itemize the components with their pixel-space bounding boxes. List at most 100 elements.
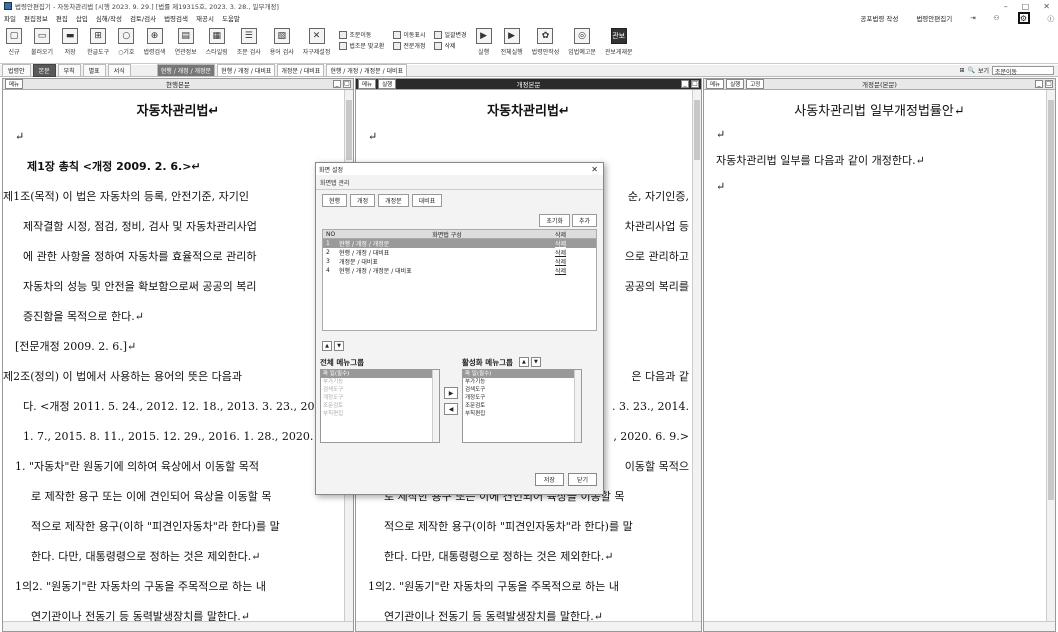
list-item[interactable]: 부가기능 [463, 378, 581, 386]
delete-link[interactable]: 삭제 [555, 257, 585, 266]
tab-appendix[interactable]: 별표 [82, 64, 106, 77]
notice-button[interactable]: ◎ 입법예고문 [568, 28, 596, 56]
middle-panel-minimize-button[interactable]: _ [681, 80, 689, 88]
logout-icon[interactable]: ⇥ [970, 14, 975, 22]
table-row[interactable]: 4 현행 / 개정 / 개정문 / 대비표 삭제 [323, 266, 596, 275]
group-down-icon[interactable]: ▼ [530, 357, 541, 367]
move-down-icon[interactable]: ▼ [334, 341, 344, 351]
all-list-scrollbar[interactable] [432, 370, 439, 442]
save-button[interactable]: ▬ 저장 [62, 28, 79, 56]
menu-insert[interactable]: 삽입 [76, 13, 88, 23]
revision-statement-content[interactable]: 사동차관리법 일부개정법률안↵ ↵ 자동차관리법 일부를 다음과 같이 개정한다… [704, 102, 1055, 200]
middle-panel-menu-button[interactable]: 메뉴 [358, 79, 377, 89]
right-panel-minimize-button[interactable]: _ [1035, 80, 1043, 88]
list-item[interactable]: 개정도구 [463, 394, 581, 402]
minimize-button[interactable]: – [1004, 2, 1008, 11]
middle-panel-run-button[interactable]: 실행 [378, 79, 397, 89]
dialog-save-button[interactable]: 저장 [534, 473, 564, 486]
law-draft-button[interactable]: ✿ 법령안작성 [532, 28, 559, 56]
left-panel-menu-button[interactable]: 메뉴 [5, 79, 24, 89]
list-item[interactable]: 조문검토 [321, 402, 439, 410]
menu-edit[interactable]: 편집 [56, 13, 68, 23]
left-panel-maximize-button[interactable]: □ [343, 80, 351, 88]
tab-addendum[interactable]: 부칙 [57, 64, 81, 77]
menu-edit-info[interactable]: 편집정보 [24, 13, 48, 23]
move-right-icon[interactable]: ▶ [444, 387, 458, 399]
promulgation-write-link[interactable]: 공포법령 작성 [860, 13, 898, 23]
run-button[interactable]: ▶ 실행 [475, 28, 492, 56]
full-revision-button[interactable]: 전문개정 [393, 41, 425, 50]
dialog-tab-revision-statement[interactable]: 개정문 [378, 194, 409, 207]
list-item[interactable]: 조문검토 [463, 402, 581, 410]
dialog-close-icon[interactable]: ✕ [591, 165, 603, 174]
list-item[interactable]: 파 일(필수) [463, 370, 581, 378]
info-icon[interactable]: ⓘ [1048, 13, 1055, 23]
menu-help[interactable]: 도움말 [222, 13, 240, 23]
menu-check[interactable]: 검토/검사 [130, 13, 156, 23]
middle-horizontal-scrollbar[interactable] [356, 621, 701, 631]
right-horizontal-scrollbar[interactable] [704, 621, 1055, 631]
layout-tab-4[interactable]: 현행 / 개정 / 개정문 / 대비표 [326, 64, 408, 77]
table-row[interactable]: 2 현행 / 개정 / 대비표 삭제 [323, 248, 596, 257]
run-all-button[interactable]: ▶ 전체실행 [501, 28, 523, 56]
symbol-button[interactable]: ○ ○기호 [118, 28, 134, 56]
menu-review[interactable]: 심해/작성 [96, 13, 122, 23]
menu-file[interactable]: 파일 [4, 13, 16, 23]
menu-republish[interactable]: 재공시 [196, 13, 214, 23]
right-vertical-scrollbar[interactable] [1046, 90, 1055, 621]
group-up-icon[interactable]: ▲ [518, 357, 529, 367]
list-item[interactable]: 파 일(필수) [321, 370, 439, 378]
delete-link[interactable]: 삭제 [555, 266, 585, 275]
phrase-setting-button[interactable]: ✕ 자구제설정 [303, 28, 330, 56]
dialog-close-button[interactable]: 닫기 [567, 473, 597, 486]
grid-view-icon[interactable]: ⊞ [959, 67, 964, 74]
gear-icon[interactable]: ⚙ [1017, 12, 1030, 24]
term-check-button[interactable]: ▧ 용어 검사 [270, 28, 294, 56]
add-button[interactable]: 추가 [571, 214, 597, 227]
list-item[interactable]: 부가기능 [321, 378, 439, 386]
tab-body[interactable]: 본문 [32, 64, 56, 77]
styling-button[interactable]: ▦ 스타일링 [206, 28, 228, 56]
move-up-icon[interactable]: ▲ [322, 341, 332, 351]
middle-panel-maximize-button[interactable]: □ [691, 80, 699, 88]
dialog-tab-comparison[interactable]: 대비표 [411, 194, 443, 207]
close-button[interactable]: ✕ [1043, 2, 1050, 11]
menu-law-search[interactable]: 법령검색 [164, 13, 188, 23]
move-mark-button[interactable]: 이동표시 [393, 30, 425, 39]
middle-vertical-scrollbar[interactable] [692, 90, 701, 621]
all-menu-group-list[interactable]: 파 일(필수) 부가기능 검색도구 개정도구 조문검토 부칙편집 [320, 369, 440, 443]
hangul-tool-button[interactable]: ⊞ 한글도구 [87, 28, 109, 56]
article-check-button[interactable]: ☰ 조문 검사 [237, 28, 261, 56]
delete-button[interactable]: 삭제 [434, 41, 466, 50]
related-info-button[interactable]: ▤ 연관정보 [175, 28, 197, 56]
gazette-button[interactable]: 관보 관보게재문 [605, 28, 633, 56]
bulk-change-button[interactable]: 일괄변경 [434, 30, 466, 39]
dialog-tab-revised[interactable]: 개정 [350, 194, 376, 207]
article-move-input[interactable]: 조문이동 [992, 66, 1054, 76]
article-swap-button[interactable]: 법조문 맞교환 [339, 41, 384, 50]
list-item[interactable]: 부칙편집 [321, 410, 439, 418]
tab-law-draft[interactable]: 법령안 [2, 64, 31, 77]
move-left-icon[interactable]: ◀ [444, 403, 458, 415]
list-item[interactable]: 개정도구 [321, 394, 439, 402]
article-move-button[interactable]: 조문이동 [339, 30, 384, 39]
table-row[interactable]: 1 현행 / 개정 / 개정문 삭제 [323, 239, 596, 248]
open-button[interactable]: ▭ 불러오기 [31, 28, 53, 56]
right-panel-maximize-button[interactable]: □ [1045, 80, 1053, 88]
delete-link[interactable]: 삭제 [555, 239, 585, 248]
current-text-content[interactable]: 자동차관리법↵ ↵ 제1장 총칙 <개정 2009. 2. 6.>↵ 제1조(목… [3, 102, 353, 631]
table-row[interactable]: 3 개정문 / 대비표 삭제 [323, 257, 596, 266]
list-item[interactable]: 부칙편집 [463, 410, 581, 418]
right-panel-run-button[interactable]: 실행 [726, 79, 745, 89]
list-item[interactable]: 검색도구 [321, 386, 439, 394]
maximize-button[interactable]: □ [1022, 2, 1030, 11]
user-icon[interactable]: ⚇ [994, 14, 1000, 22]
layout-tab-3[interactable]: 개정문 / 대비표 [277, 64, 325, 77]
left-horizontal-scrollbar[interactable] [3, 621, 353, 631]
dialog-tab-current[interactable]: 현행 [322, 194, 348, 207]
active-list-scrollbar[interactable] [574, 370, 581, 442]
layout-tab-2[interactable]: 현행 / 개정 / 대비표 [217, 64, 276, 77]
delete-link[interactable]: 삭제 [555, 248, 585, 257]
new-button[interactable]: ▢ 신규 [6, 28, 22, 56]
right-panel-menu-button[interactable]: 메뉴 [706, 79, 725, 89]
